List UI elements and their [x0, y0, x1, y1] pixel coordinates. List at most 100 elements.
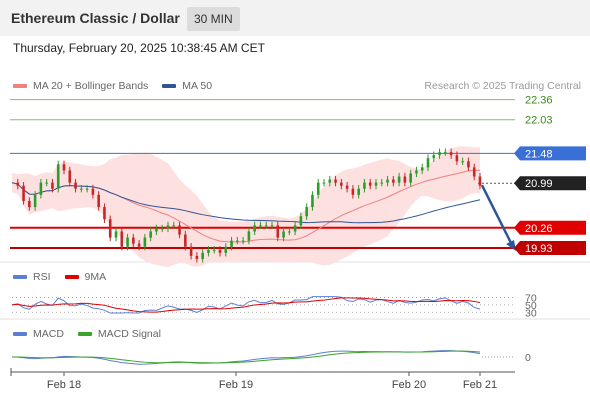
candle-body — [288, 231, 291, 233]
candle-body — [305, 207, 308, 217]
chart-widget: Ethereum Classic / Dollar 30 MIN Thursda… — [0, 0, 590, 400]
candle-body — [438, 152, 441, 156]
candle-body — [45, 182, 48, 184]
candle-body — [178, 225, 181, 235]
price-tag-21.48: 21.48 — [525, 148, 553, 160]
candle-body — [103, 207, 106, 220]
candle-body — [195, 255, 199, 259]
candle-body — [299, 216, 303, 226]
candle-body — [155, 228, 158, 232]
candle-body — [386, 179, 389, 183]
candle-body — [478, 176, 482, 186]
candle-body — [316, 182, 320, 195]
candle-body — [311, 194, 314, 208]
candle-body — [322, 182, 326, 184]
candle-body — [16, 182, 20, 186]
candle-body — [449, 152, 453, 156]
candle-body — [166, 225, 170, 229]
x-tick-label-feb-20: Feb 20 — [392, 379, 426, 391]
candle-body — [247, 231, 251, 241]
candle-body — [415, 170, 418, 174]
candle-body — [282, 231, 285, 238]
candle-body — [108, 219, 112, 238]
candle-body — [374, 182, 378, 186]
candle-body — [114, 231, 118, 238]
candle-body — [264, 225, 268, 227]
price-tag-20.26: 20.26 — [525, 223, 553, 235]
candle-body — [97, 194, 100, 208]
candle-body — [328, 179, 332, 183]
x-axis: Feb 18 Feb 19 Feb 20 Feb 21 — [10, 368, 515, 391]
candle-body — [224, 246, 228, 253]
candle-body — [403, 176, 407, 183]
candle-body — [467, 161, 470, 168]
x-tick-label-feb-18: Feb 18 — [47, 379, 81, 391]
candle-body — [22, 185, 25, 201]
candle-body — [259, 225, 262, 227]
candle-body — [120, 231, 124, 247]
candle-body — [207, 249, 210, 253]
candle-body — [184, 234, 187, 247]
candle-body — [426, 158, 430, 168]
x-tick-label-feb-19: Feb 19 — [219, 379, 253, 391]
candle-body — [340, 182, 343, 186]
candle-body — [253, 225, 256, 232]
price-tag-19.93: 19.93 — [525, 243, 553, 255]
candle-body — [363, 182, 366, 189]
price-tag-22.36: 22.36 — [525, 95, 553, 107]
x-tick-label-feb-21: Feb 21 — [463, 379, 497, 391]
candle-body — [357, 188, 360, 195]
candle-body — [293, 225, 297, 232]
candle-body — [368, 182, 372, 186]
forecast-arrow-head — [506, 239, 516, 251]
candle-body — [172, 225, 176, 227]
candle-body — [241, 240, 245, 242]
candle-body — [33, 194, 37, 208]
candle-body — [236, 240, 239, 242]
candle-body — [345, 185, 349, 189]
candle-body — [444, 152, 447, 154]
candle-body — [270, 225, 274, 227]
rsi-line — [11, 296, 481, 314]
price-tags: 22.36 22.03 21.48 20.99 20.26 19.93 — [514, 95, 586, 255]
price-tag-20.99: 20.99 — [525, 178, 553, 190]
candle-body — [392, 179, 395, 183]
forecast-arrow — [480, 184, 516, 251]
rsi-panel: 705030 — [11, 292, 537, 319]
candle-body — [455, 155, 459, 162]
candle-body — [80, 188, 83, 190]
candle-body — [39, 182, 43, 195]
candle-body — [68, 170, 72, 183]
candle-body — [149, 231, 152, 238]
price-chart[interactable]: 22.3622.0321.4820.9920.2619.93 705030 0 … — [0, 0, 590, 400]
candle-body — [56, 164, 60, 189]
candle-body — [409, 173, 412, 183]
candle-body — [212, 249, 216, 251]
candle-body — [461, 161, 464, 163]
candle-body — [397, 176, 401, 183]
rsi-ma-line — [11, 297, 481, 313]
rsi-level-label-30: 30 — [525, 307, 537, 319]
candle-body — [137, 243, 141, 247]
candle-body — [62, 164, 66, 171]
candle-body — [160, 228, 164, 230]
macd-panel: 0 — [11, 350, 531, 365]
candle-body — [132, 237, 135, 244]
candle-body — [74, 182, 77, 189]
candle-body — [230, 240, 233, 247]
forecast-arrow-line — [480, 184, 514, 246]
price-tag-22.03: 22.03 — [525, 115, 553, 127]
candle-body — [218, 249, 222, 253]
candle-body — [126, 237, 129, 247]
candle-body — [143, 237, 147, 247]
candle-body — [380, 182, 384, 184]
candle-body — [420, 167, 424, 171]
candle-body — [28, 200, 31, 208]
candle-body — [351, 188, 355, 195]
candle-body — [91, 188, 95, 195]
candle-body — [189, 246, 193, 256]
candle-body — [432, 155, 436, 159]
candle-body — [334, 179, 337, 183]
candle-body — [276, 225, 280, 238]
candle-body — [472, 167, 476, 177]
